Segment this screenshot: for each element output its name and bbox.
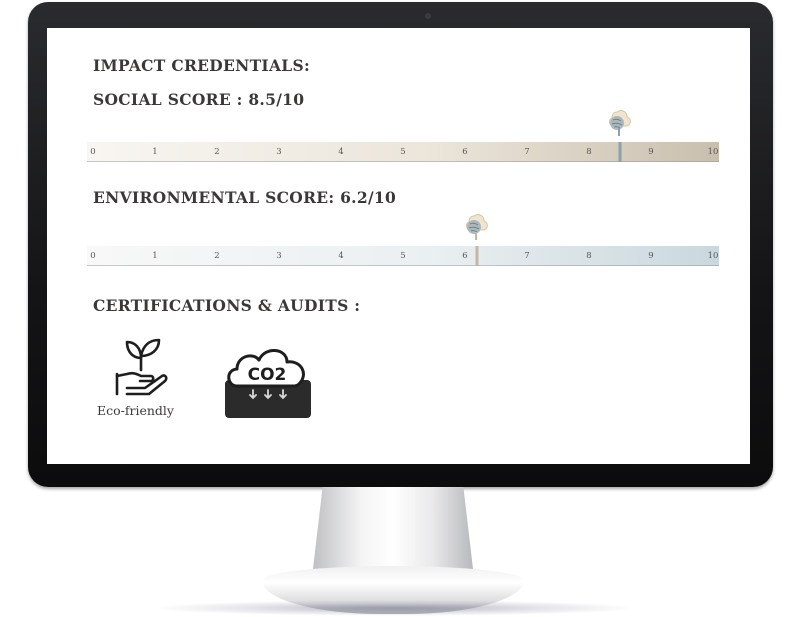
scale-tick-label: 0 bbox=[90, 251, 96, 261]
social-scale-baseline bbox=[87, 161, 719, 162]
scale-tick-label: 6 bbox=[462, 147, 468, 157]
eco-friendly-label: Eco-friendly bbox=[97, 403, 174, 418]
scale-tick-label: 2 bbox=[214, 147, 220, 157]
environmental-score-heading: ENVIRONMENTAL SCORE: 6.2/10 bbox=[93, 188, 397, 207]
scale-tick-label: 2 bbox=[214, 251, 220, 261]
scale-tick-label: 4 bbox=[338, 147, 344, 157]
scale-tick-label: 3 bbox=[276, 147, 282, 157]
monitor-screen: IMPACT CREDENTIALS: SOCIAL SCORE : 8.5/1… bbox=[47, 28, 750, 464]
environmental-score-marker-icon bbox=[466, 214, 489, 240]
social-score-heading: SOCIAL SCORE : 8.5/10 bbox=[93, 90, 305, 109]
scale-tick-label: 7 bbox=[524, 251, 530, 261]
co2-text: CO2 bbox=[248, 365, 287, 385]
scale-tick-label: 0 bbox=[90, 147, 96, 157]
co2-cloud-icon: CO2 bbox=[225, 349, 311, 418]
scale-tick-label: 9 bbox=[648, 251, 654, 261]
scale-tick-label: 5 bbox=[400, 251, 406, 261]
scale-tick-label: 10 bbox=[707, 251, 719, 261]
impact-credentials-title: IMPACT CREDENTIALS: bbox=[93, 56, 311, 75]
environmental-score-marker bbox=[475, 246, 479, 266]
scale-tick-label: 4 bbox=[338, 251, 344, 261]
social-score-marker-icon bbox=[609, 110, 631, 136]
environmental-scale-baseline bbox=[87, 265, 719, 266]
scale-tick-label: 7 bbox=[524, 147, 530, 157]
scale-tick-label: 3 bbox=[276, 251, 282, 261]
monitor-stand-neck bbox=[313, 487, 473, 569]
scale-tick-label: 8 bbox=[586, 251, 592, 261]
environmental-score-scale: 0 1 2 3 4 5 6 7 8 9 10 bbox=[87, 246, 719, 266]
certifications-heading: CERTIFICATIONS & AUDITS : bbox=[93, 296, 361, 315]
scale-tick-label: 9 bbox=[648, 147, 654, 157]
scale-tick-label: 6 bbox=[462, 251, 468, 261]
scale-tick-label: 1 bbox=[152, 147, 158, 157]
plant-in-hand-icon bbox=[115, 338, 168, 396]
scale-tick-label: 10 bbox=[707, 147, 719, 157]
scale-tick-label: 8 bbox=[586, 147, 592, 157]
stand-shadow bbox=[150, 600, 640, 616]
social-score-scale: 0 1 2 3 4 5 6 7 8 9 10 bbox=[87, 142, 719, 162]
scale-tick-label: 5 bbox=[400, 147, 406, 157]
webcam-dot bbox=[425, 13, 431, 19]
social-score-marker bbox=[618, 142, 622, 162]
scale-tick-label: 1 bbox=[152, 251, 158, 261]
